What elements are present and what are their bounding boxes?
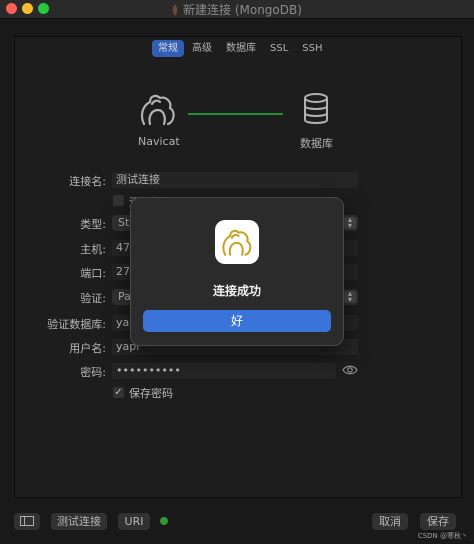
close-window-button[interactable]	[6, 3, 17, 14]
alert-dialog: 连接成功 好	[130, 197, 344, 346]
zoom-window-button[interactable]	[38, 3, 49, 14]
minimize-window-button[interactable]	[22, 3, 33, 14]
title-bar: 新建连接 (MongoDB)	[0, 0, 474, 19]
ok-button[interactable]: 好	[143, 310, 331, 332]
window-title: 新建连接 (MongoDB)	[170, 1, 302, 18]
mongodb-leaf-icon	[172, 4, 178, 16]
navicat-app-icon	[215, 220, 259, 264]
alert-message: 连接成功	[212, 284, 261, 298]
window-title-text: 新建连接 (MongoDB)	[183, 3, 302, 17]
navicat-logo-icon	[222, 229, 252, 256]
